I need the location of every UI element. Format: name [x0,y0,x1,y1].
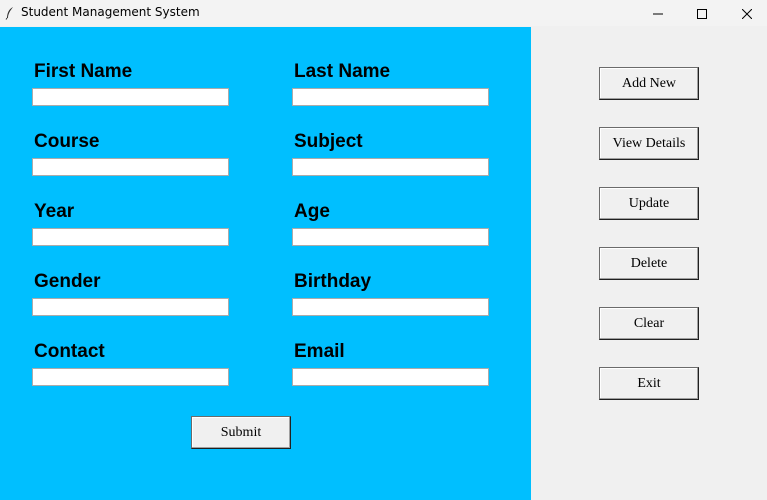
birthday-label: Birthday [294,271,372,292]
delete-button[interactable]: Delete [599,247,699,280]
subject-field[interactable] [292,158,489,176]
contact-label: Contact [34,341,105,362]
age-field[interactable] [292,228,489,246]
submit-button[interactable]: Submit [191,416,291,449]
gender-field[interactable] [32,298,229,316]
first-name-label: First Name [34,61,133,82]
update-button[interactable]: Update [599,187,699,220]
exit-button[interactable]: Exit [599,367,699,400]
age-label: Age [294,201,330,222]
maximize-icon [697,4,707,23]
year-label: Year [34,201,75,222]
first-name-field[interactable] [32,88,229,106]
student-form-panel: First Name Last Name Course Subject Year… [0,27,531,500]
feather-icon [5,5,15,20]
gender-label: Gender [34,271,101,292]
window-title: Student Management System [21,5,200,19]
view-details-button[interactable]: View Details [599,127,699,160]
contact-field[interactable] [32,368,229,386]
email-field[interactable] [292,368,489,386]
course-field[interactable] [32,158,229,176]
last-name-field[interactable] [292,88,489,106]
last-name-label: Last Name [294,61,391,82]
maximize-button[interactable] [679,0,725,26]
subject-label: Subject [294,131,363,152]
course-label: Course [34,131,100,152]
clear-button[interactable]: Clear [599,307,699,340]
title-bar[interactable]: Student Management System [0,0,767,26]
close-button[interactable] [724,0,767,26]
close-icon [741,4,753,23]
birthday-field[interactable] [292,298,489,316]
year-field[interactable] [32,228,229,246]
add-new-button[interactable]: Add New [599,67,699,100]
app-window: Student Management System First Name Las… [0,0,767,500]
email-label: Email [294,341,345,362]
minimize-button[interactable] [635,0,681,26]
minimize-icon [653,4,663,23]
